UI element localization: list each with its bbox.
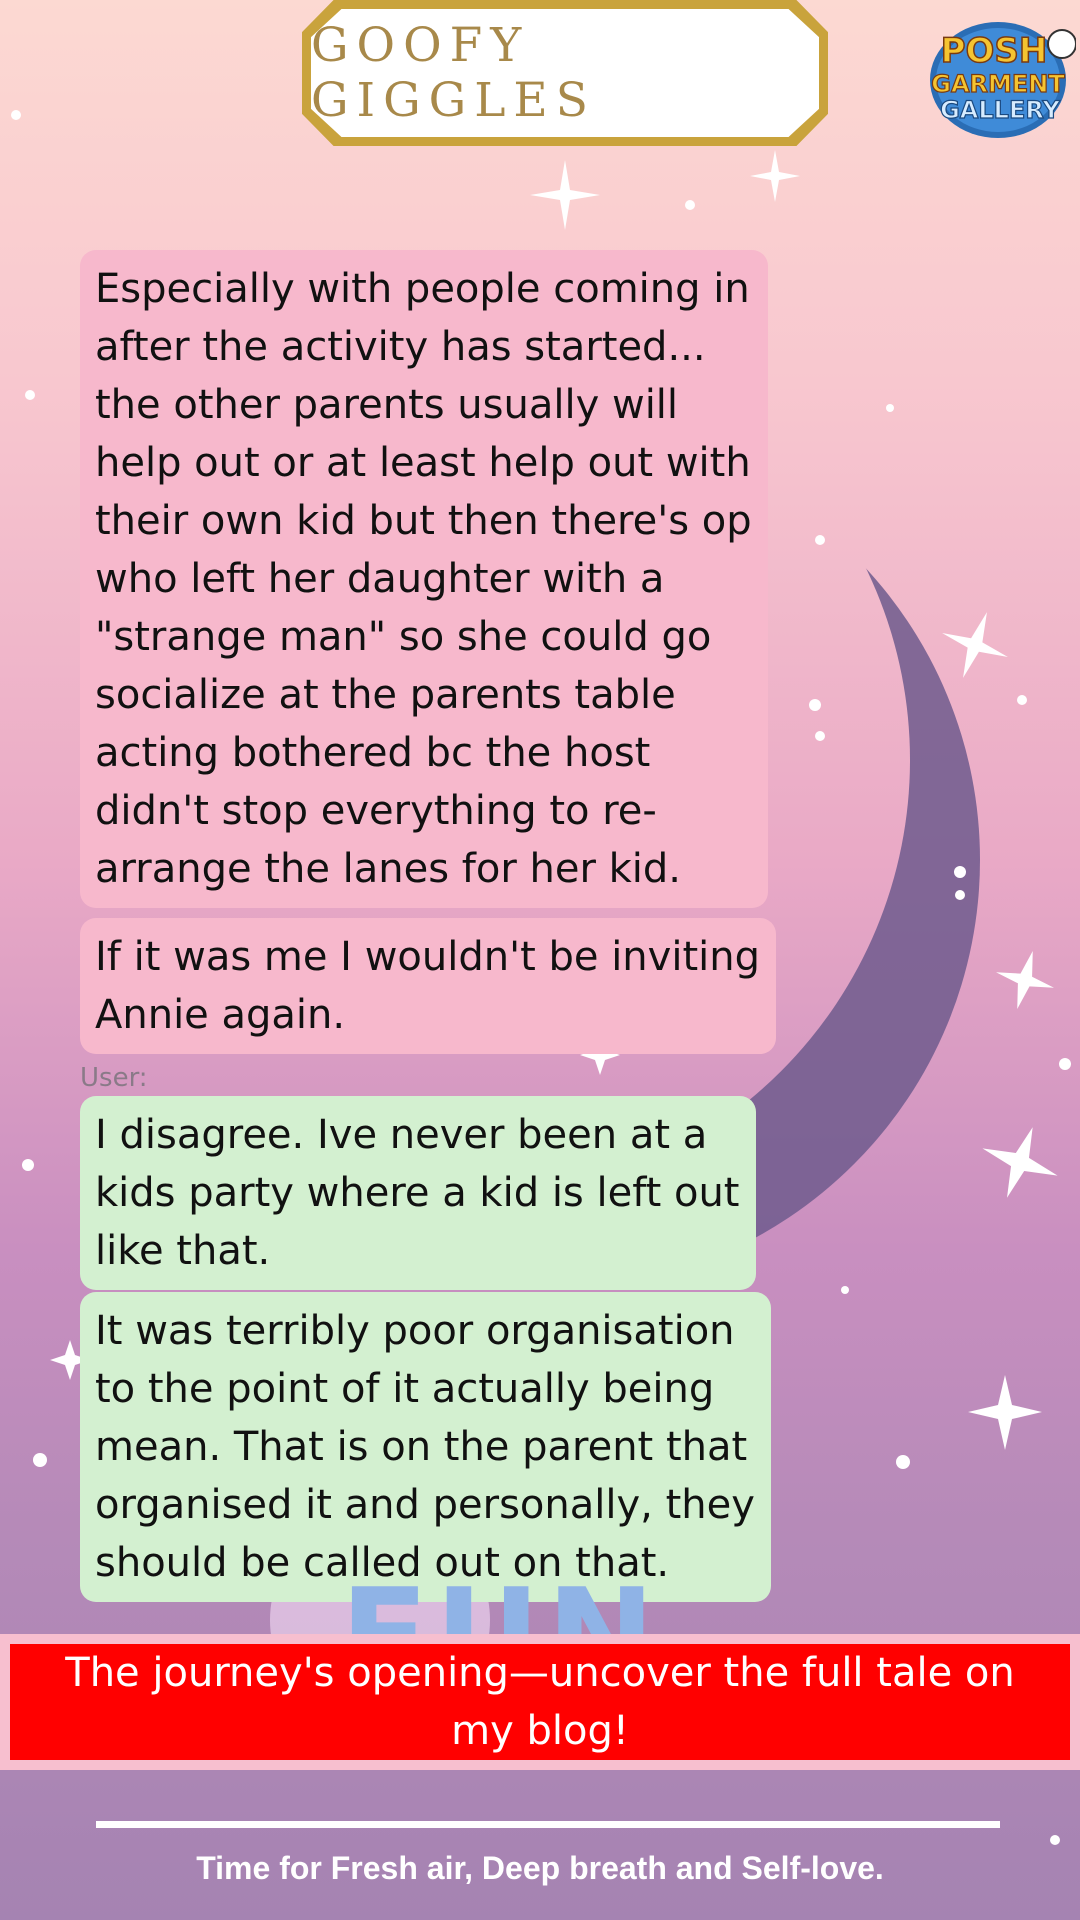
- logo-text-posh: POSH: [941, 31, 1048, 71]
- sender-label: User:: [80, 1063, 148, 1093]
- blog-banner-text[interactable]: The journey's opening—uncover the full t…: [10, 1644, 1070, 1760]
- divider: [96, 1821, 1000, 1828]
- message-text: It was terribly poor organisation to the…: [95, 1308, 755, 1586]
- chat-message: I disagree. Ive never been at a kids par…: [80, 1096, 756, 1290]
- chat-bubble-icon: [1047, 29, 1076, 59]
- brand-logo: POSH GARMENT GALLERY: [930, 22, 1076, 138]
- page-title: GOOFY GIGGLES: [311, 18, 596, 128]
- message-text: I disagree. Ive never been at a kids par…: [95, 1112, 740, 1274]
- chat-message: If it was me I wouldn't be inviting Anni…: [80, 918, 776, 1054]
- blog-banner[interactable]: The journey's opening—uncover the full t…: [0, 1634, 1080, 1770]
- chat-message: Especially with people coming in after t…: [80, 250, 768, 908]
- footer-tagline: Time for Fresh air, Deep breath and Self…: [196, 1850, 884, 1886]
- title-plaque: GOOFY GIGGLES: [302, 0, 828, 146]
- message-text: Especially with people coming in after t…: [95, 266, 752, 892]
- chat-message: It was terribly poor organisation to the…: [80, 1292, 771, 1602]
- logo-text-garment: GARMENT: [931, 70, 1065, 98]
- message-text: If it was me I wouldn't be inviting Anni…: [95, 934, 760, 1038]
- logo-text-gallery: GALLERY: [940, 96, 1060, 124]
